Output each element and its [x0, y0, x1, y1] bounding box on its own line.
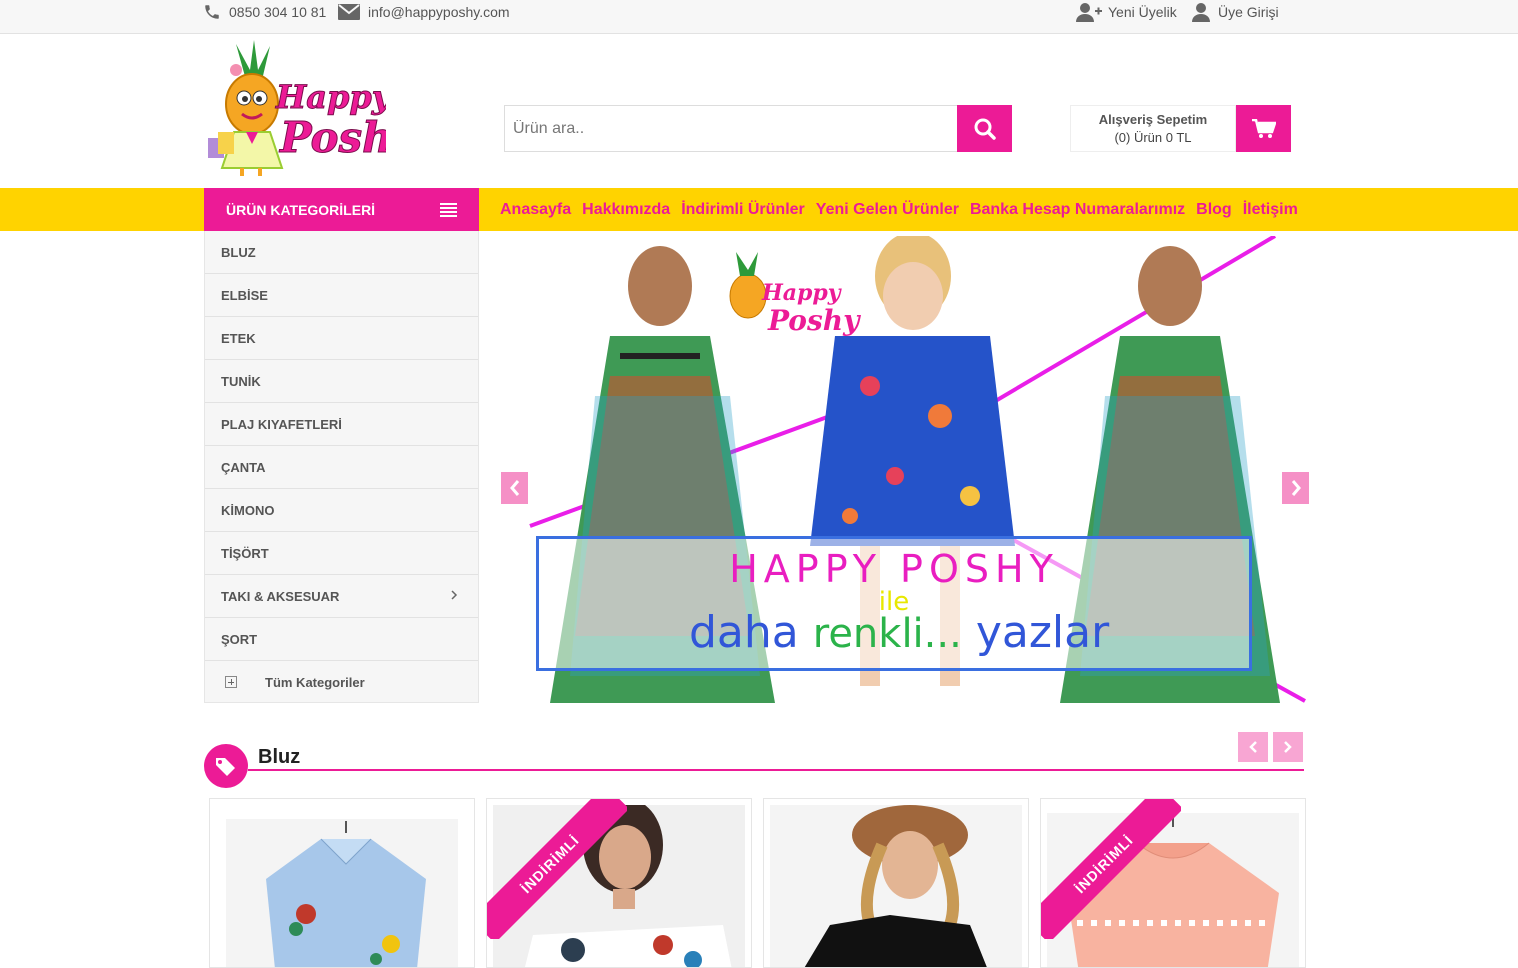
slide-caption-tagline: daha renkli... yazlar: [689, 607, 1109, 658]
cart-title: Alışveriş Sepetim: [1098, 111, 1208, 127]
menu-icon: [440, 203, 457, 217]
section-header-bluz: Bluz: [204, 732, 1304, 788]
sidebar-item-bluz[interactable]: BLUZ: [205, 231, 478, 274]
slide-caption: HAPPY POSHY ile daha renkli... yazlar: [536, 536, 1252, 671]
chevron-right-icon: [1284, 741, 1292, 753]
sidebar-item-label: KİMONO: [221, 502, 275, 518]
tagline-word-1: daha: [689, 607, 799, 658]
top-bar: 0850 304 10 81 info@happyposhy.com Yeni …: [0, 0, 1518, 34]
sidebar-item-sort[interactable]: ŞORT: [205, 618, 478, 661]
email-contact[interactable]: info@happyposhy.com: [338, 0, 510, 24]
tag-icon: [216, 758, 235, 776]
tagline-word-2: renkli...: [812, 611, 962, 657]
sidebar-item-label: PLAJ KIYAFETLERİ: [221, 416, 342, 432]
discount-ribbon: İNDİRİMLİ: [487, 799, 627, 939]
section-title: Bluz: [258, 746, 301, 768]
section-divider: [248, 769, 1304, 771]
cart-icon: [1251, 118, 1276, 138]
sidebar-all-categories[interactable]: Tüm Kategoriler: [205, 661, 478, 703]
register-label[interactable]: Yeni Üyelik: [1108, 4, 1177, 20]
categories-label: ÜRÜN KATEGORİLERİ: [226, 201, 376, 218]
sidebar-item-etek[interactable]: ETEK: [205, 317, 478, 360]
chevron-right-icon: [451, 590, 458, 600]
phone-contact: 0850 304 10 81: [203, 0, 326, 24]
sidebar-item-elbise[interactable]: ELBİSE: [205, 274, 478, 317]
sidebar-item-label: ELBİSE: [221, 287, 268, 303]
menu-discounted[interactable]: İndirimli Ürünler: [681, 201, 805, 219]
product-card[interactable]: [763, 798, 1029, 968]
product-card[interactable]: İNDİRİMLİ: [1040, 798, 1306, 968]
register-link[interactable]: Yeni Üyelik: [1076, 0, 1177, 24]
cart-count: (0) Ürün 0 TL: [1114, 129, 1192, 145]
product-image: [226, 819, 458, 967]
sidebar-item-label: ŞORT: [221, 631, 258, 647]
slide-caption-title: HAPPY POSHY: [729, 547, 1059, 591]
discount-ribbon-label: İNDİRİMLİ: [487, 799, 627, 939]
all-categories-label: Tüm Kategoriler: [265, 674, 365, 690]
sidebar-item-canta[interactable]: ÇANTA: [205, 446, 478, 489]
search-button[interactable]: [957, 105, 1012, 152]
product-card[interactable]: İNDİRİMLİ: [486, 798, 752, 968]
site-logo[interactable]: Happy Poshy: [206, 40, 420, 178]
sidebar-item-label: TİŞÖRT: [221, 545, 269, 561]
sidebar-item-kimono[interactable]: KİMONO: [205, 489, 478, 532]
sidebar-item-taki-aksesuar[interactable]: TAKI & AKSESUAR: [205, 575, 478, 618]
sidebar-item-tunik[interactable]: TUNİK: [205, 360, 478, 403]
user-plus-icon: [1076, 3, 1102, 22]
product-image: [770, 805, 1022, 967]
sidebar-item-label: TUNİK: [221, 373, 261, 389]
slide-logo-happy: Happy: [761, 280, 843, 306]
sidebar-item-tisort[interactable]: TİŞÖRT: [205, 532, 478, 575]
menu-bank-accounts[interactable]: Banka Hesap Numaralarımız: [970, 201, 1185, 219]
discount-ribbon-label: İNDİRİMLİ: [1041, 799, 1181, 939]
product-card[interactable]: [209, 798, 475, 968]
shopping-cart[interactable]: Alışveriş Sepetim (0) Ürün 0 TL: [1070, 105, 1291, 152]
logo-text-poshy: Poshy: [279, 113, 386, 162]
phone-number: 0850 304 10 81: [229, 4, 327, 20]
main-menu: Anasayfa Hakkımızda İndirimli Ürünler Ye…: [500, 188, 1309, 231]
slide-logo-poshy: Poshy: [767, 304, 861, 337]
slider-prev-button[interactable]: [501, 472, 528, 504]
menu-contact[interactable]: İletişim: [1243, 201, 1298, 219]
search-bar: [504, 105, 1012, 152]
menu-blog[interactable]: Blog: [1196, 201, 1232, 219]
category-sidebar: BLUZ ELBİSE ETEK TUNİK PLAJ KIYAFETLERİ …: [204, 231, 479, 703]
discount-ribbon: İNDİRİMLİ: [1041, 799, 1181, 939]
section-icon: [204, 744, 248, 788]
menu-about[interactable]: Hakkımızda: [582, 201, 670, 219]
section-next-button[interactable]: [1273, 732, 1303, 762]
slider-next-button[interactable]: [1282, 472, 1309, 504]
logo-text-happy: Happy: [275, 78, 386, 116]
tagline-word-3: yazlar: [975, 607, 1110, 658]
user-icon: [1192, 3, 1210, 22]
sidebar-item-label: ETEK: [221, 330, 256, 346]
search-input[interactable]: [504, 105, 957, 152]
hero-slider: Happy Poshy HAPPY POSHY ile daha renkli.…: [500, 236, 1310, 703]
envelope-icon: [338, 4, 360, 20]
email-address[interactable]: info@happyposhy.com: [368, 4, 510, 20]
chevron-left-icon: [1249, 741, 1257, 753]
login-link[interactable]: Üye Girişi: [1192, 0, 1279, 24]
sidebar-item-label: ÇANTA: [221, 459, 266, 475]
chevron-left-icon: [509, 480, 519, 496]
search-icon: [974, 118, 996, 140]
sidebar-item-label: BLUZ: [221, 244, 256, 260]
cart-summary[interactable]: Alışveriş Sepetim (0) Ürün 0 TL: [1070, 105, 1236, 152]
sidebar-item-label: TAKI & AKSESUAR: [221, 588, 340, 604]
menu-home[interactable]: Anasayfa: [500, 201, 571, 219]
section-prev-button[interactable]: [1238, 732, 1268, 762]
login-label[interactable]: Üye Girişi: [1218, 4, 1279, 20]
menu-new-arrivals[interactable]: Yeni Gelen Ürünler: [816, 201, 959, 219]
categories-toggle[interactable]: ÜRÜN KATEGORİLERİ: [204, 188, 479, 231]
cart-button[interactable]: [1236, 105, 1291, 152]
plus-square-icon: [225, 676, 237, 688]
chevron-right-icon: [1291, 480, 1301, 496]
sidebar-item-plaj[interactable]: PLAJ KIYAFETLERİ: [205, 403, 478, 446]
phone-icon: [205, 5, 219, 19]
